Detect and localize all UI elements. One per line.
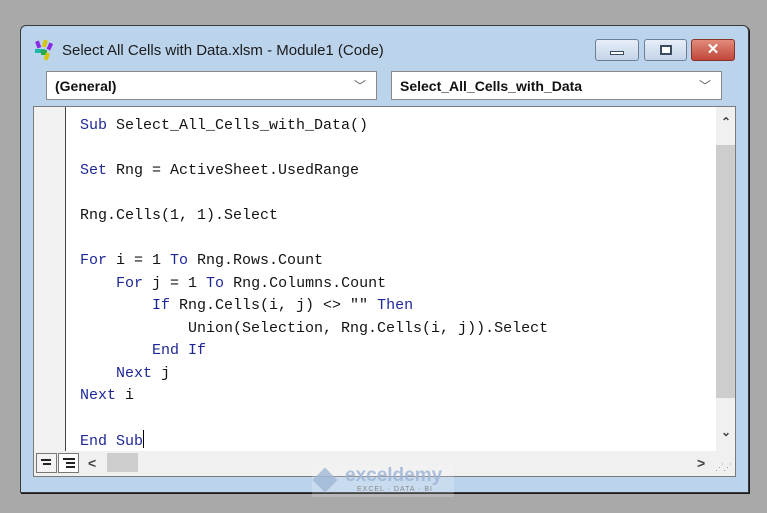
full-module-view-icon-line <box>66 462 75 464</box>
scroll-right-icon[interactable]: > <box>697 455 705 471</box>
procedure-dropdown-value: Select_All_Cells_with_Data <box>400 78 583 94</box>
chevron-down-icon: ﹀ <box>353 79 366 93</box>
code-line[interactable]: End If <box>80 340 548 363</box>
procedure-view-icon-line <box>43 463 51 465</box>
code-keyword: For <box>116 274 153 292</box>
code-token: Rng.Columns.Count <box>233 274 387 292</box>
code-keyword: To <box>170 252 198 269</box>
scroll-left-icon[interactable]: < <box>88 455 96 471</box>
code-line[interactable]: End Sub <box>80 430 548 453</box>
maximize-icon <box>660 45 672 55</box>
vertical-scrollbar[interactable]: ⌃ ⌄ <box>716 107 735 451</box>
full-module-view-button[interactable] <box>58 453 79 473</box>
code-text[interactable]: Sub Select_All_Cells_with_Data() Set Rng … <box>80 115 548 453</box>
code-keyword: Set <box>80 162 117 179</box>
maximize-button[interactable] <box>644 39 687 61</box>
full-module-view-icon-line <box>66 466 75 468</box>
vertical-scroll-thumb[interactable] <box>716 145 735 398</box>
title-bar[interactable]: Select All Cells with Data.xlsm - Module… <box>21 26 748 66</box>
code-token: j = 1 <box>152 274 207 292</box>
code-line[interactable]: For i = 1 To Rng.Rows.Count <box>80 250 548 273</box>
code-line[interactable]: Rng.Cells(1, 1).Select <box>80 205 548 228</box>
horizontal-scroll-thumb[interactable] <box>107 453 138 472</box>
code-line[interactable] <box>80 408 548 431</box>
window-title: Select All Cells with Data.xlsm - Module… <box>62 42 384 59</box>
object-dropdown[interactable]: (General) ﹀ <box>46 71 377 100</box>
margin-indicator-bar[interactable] <box>34 107 66 451</box>
watermark-name: exceldemy <box>345 465 443 486</box>
code-keyword: Next <box>116 364 162 382</box>
code-keyword: Then <box>377 297 414 314</box>
vba-project-icon <box>35 39 54 61</box>
code-keyword: Next <box>80 387 126 404</box>
code-keyword: Sub <box>80 117 117 134</box>
code-line[interactable] <box>80 183 548 206</box>
code-keyword: If <box>152 297 180 314</box>
code-line[interactable]: If Rng.Cells(i, j) <> "" Then <box>80 295 548 318</box>
code-keyword: For <box>80 252 117 269</box>
full-module-view-icon <box>63 458 75 460</box>
resize-grip-icon[interactable]: ⋰⋰ <box>715 462 732 473</box>
code-line[interactable]: For j = 1 To Rng.Columns.Count <box>80 273 548 296</box>
watermark: exceldemy EXCEL · DATA · BI <box>312 465 454 497</box>
code-line[interactable] <box>80 228 548 251</box>
code-keyword: To <box>206 274 234 292</box>
code-line[interactable]: Next i <box>80 385 548 408</box>
code-token: Rng.Cells(1, 1).Select <box>80 207 279 224</box>
procedure-dropdown[interactable]: Select_All_Cells_with_Data ﹀ <box>391 71 722 100</box>
code-token: i <box>125 387 135 404</box>
object-dropdown-value: (General) <box>55 78 117 94</box>
vba-code-window: Select All Cells with Data.xlsm - Module… <box>20 25 749 493</box>
chevron-down-icon: ﹀ <box>698 79 711 93</box>
text-cursor <box>143 430 145 448</box>
code-keyword: End Sub <box>80 433 144 450</box>
scroll-up-icon[interactable]: ⌃ <box>721 115 731 129</box>
procedure-view-icon <box>41 459 51 461</box>
code-token: Rng = ActiveSheet.UsedRange <box>116 162 360 179</box>
code-token: i = 1 <box>116 252 171 269</box>
exceldemy-logo-icon <box>312 467 338 493</box>
close-icon: ✕ <box>706 41 720 58</box>
code-token: Rng.Cells(i, j) <> "" <box>179 297 378 314</box>
procedure-view-button[interactable] <box>36 453 57 473</box>
code-line[interactable]: Union(Selection, Rng.Cells(i, j)).Select <box>80 318 548 341</box>
code-token: j <box>161 364 171 382</box>
code-token: Select_All_Cells_with_Data() <box>116 117 369 134</box>
code-editor[interactable]: Sub Select_All_Cells_with_Data() Set Rng … <box>33 106 736 477</box>
code-line[interactable]: Sub Select_All_Cells_with_Data() <box>80 115 548 138</box>
code-token: Rng.Rows.Count <box>197 252 324 269</box>
scroll-down-icon[interactable]: ⌄ <box>721 425 731 439</box>
code-token: Union(Selection, Rng.Cells(i, j)).Select <box>80 319 549 337</box>
minimize-button[interactable] <box>595 39 639 61</box>
code-line[interactable]: Next j <box>80 363 548 386</box>
code-keyword: End If <box>152 342 207 359</box>
watermark-tagline: EXCEL · DATA · BI <box>357 486 433 493</box>
minimize-icon <box>610 51 624 55</box>
close-button[interactable]: ✕ <box>691 39 735 61</box>
code-line[interactable] <box>80 138 548 161</box>
code-line[interactable]: Set Rng = ActiveSheet.UsedRange <box>80 160 548 183</box>
